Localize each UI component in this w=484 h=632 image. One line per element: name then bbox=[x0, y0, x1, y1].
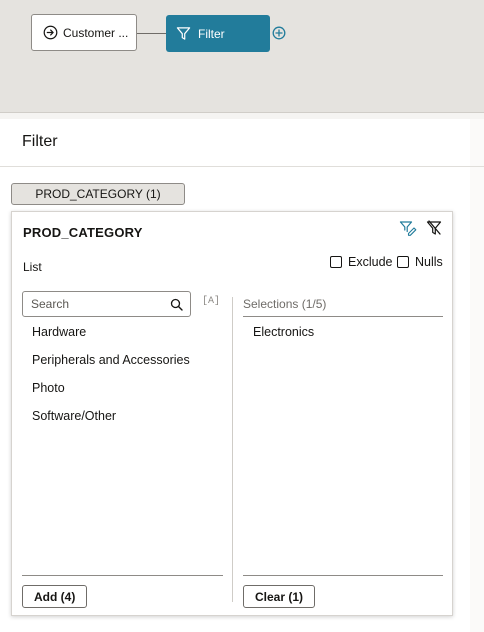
list-item[interactable]: Peripherals and Accessories bbox=[22, 350, 222, 378]
clear-button[interactable]: Clear (1) bbox=[243, 585, 316, 608]
filter-node-label: Filter bbox=[198, 26, 225, 41]
funnel-edit-icon[interactable] bbox=[399, 220, 417, 236]
source-node-customer[interactable]: Customer ... bbox=[31, 14, 137, 51]
source-node-label: Customer ... bbox=[63, 25, 129, 40]
list-item[interactable]: Software/Other bbox=[22, 406, 222, 434]
filter-chip-prod-category[interactable]: PROD_CATEGORY (1) bbox=[11, 183, 185, 205]
panel-divider bbox=[0, 166, 484, 167]
available-values-list: Hardware Peripherals and Accessories Pho… bbox=[22, 322, 222, 434]
add-button[interactable]: Add (4) bbox=[22, 585, 88, 608]
filter-card: PROD_CATEGORY List Exclude Nulls [A] Har… bbox=[11, 211, 453, 616]
list-footer-divider bbox=[22, 575, 223, 576]
column-divider bbox=[232, 297, 233, 602]
list-mode-label: List bbox=[23, 260, 42, 274]
selected-item[interactable]: Electronics bbox=[243, 322, 443, 350]
flow-canvas: Customer ... Filter bbox=[0, 0, 484, 113]
exclude-checkbox[interactable]: Exclude bbox=[330, 255, 392, 269]
selected-values-list: Electronics bbox=[243, 322, 443, 350]
exclude-label: Exclude bbox=[348, 255, 393, 269]
nulls-label: Nulls bbox=[415, 255, 443, 269]
list-item[interactable]: Hardware bbox=[22, 322, 222, 350]
arrow-circle-right-icon bbox=[43, 25, 58, 40]
funnel-clear-icon[interactable] bbox=[426, 220, 442, 236]
search-field[interactable] bbox=[22, 291, 191, 317]
list-item[interactable]: Photo bbox=[22, 378, 222, 406]
search-input[interactable] bbox=[31, 297, 161, 311]
funnel-icon bbox=[176, 27, 191, 40]
nulls-checkbox[interactable]: Nulls bbox=[397, 255, 443, 269]
selections-header: Selections (1/5) bbox=[243, 297, 327, 311]
canvas-panel-splitter[interactable] bbox=[0, 113, 484, 119]
search-icon[interactable] bbox=[170, 298, 183, 311]
filter-node[interactable]: Filter bbox=[166, 15, 270, 52]
nulls-checkbox-box[interactable] bbox=[397, 256, 409, 268]
panel-title: Filter bbox=[22, 133, 58, 150]
selections-footer-divider bbox=[243, 575, 443, 576]
selections-header-divider bbox=[243, 316, 443, 317]
filter-column-name: PROD_CATEGORY bbox=[23, 225, 143, 240]
match-case-toggle[interactable]: [A] bbox=[202, 296, 220, 307]
exclude-checkbox-box[interactable] bbox=[330, 256, 342, 268]
panel-right-gutter bbox=[470, 119, 484, 632]
flow-connector bbox=[137, 33, 166, 34]
add-step-icon[interactable] bbox=[272, 26, 286, 40]
